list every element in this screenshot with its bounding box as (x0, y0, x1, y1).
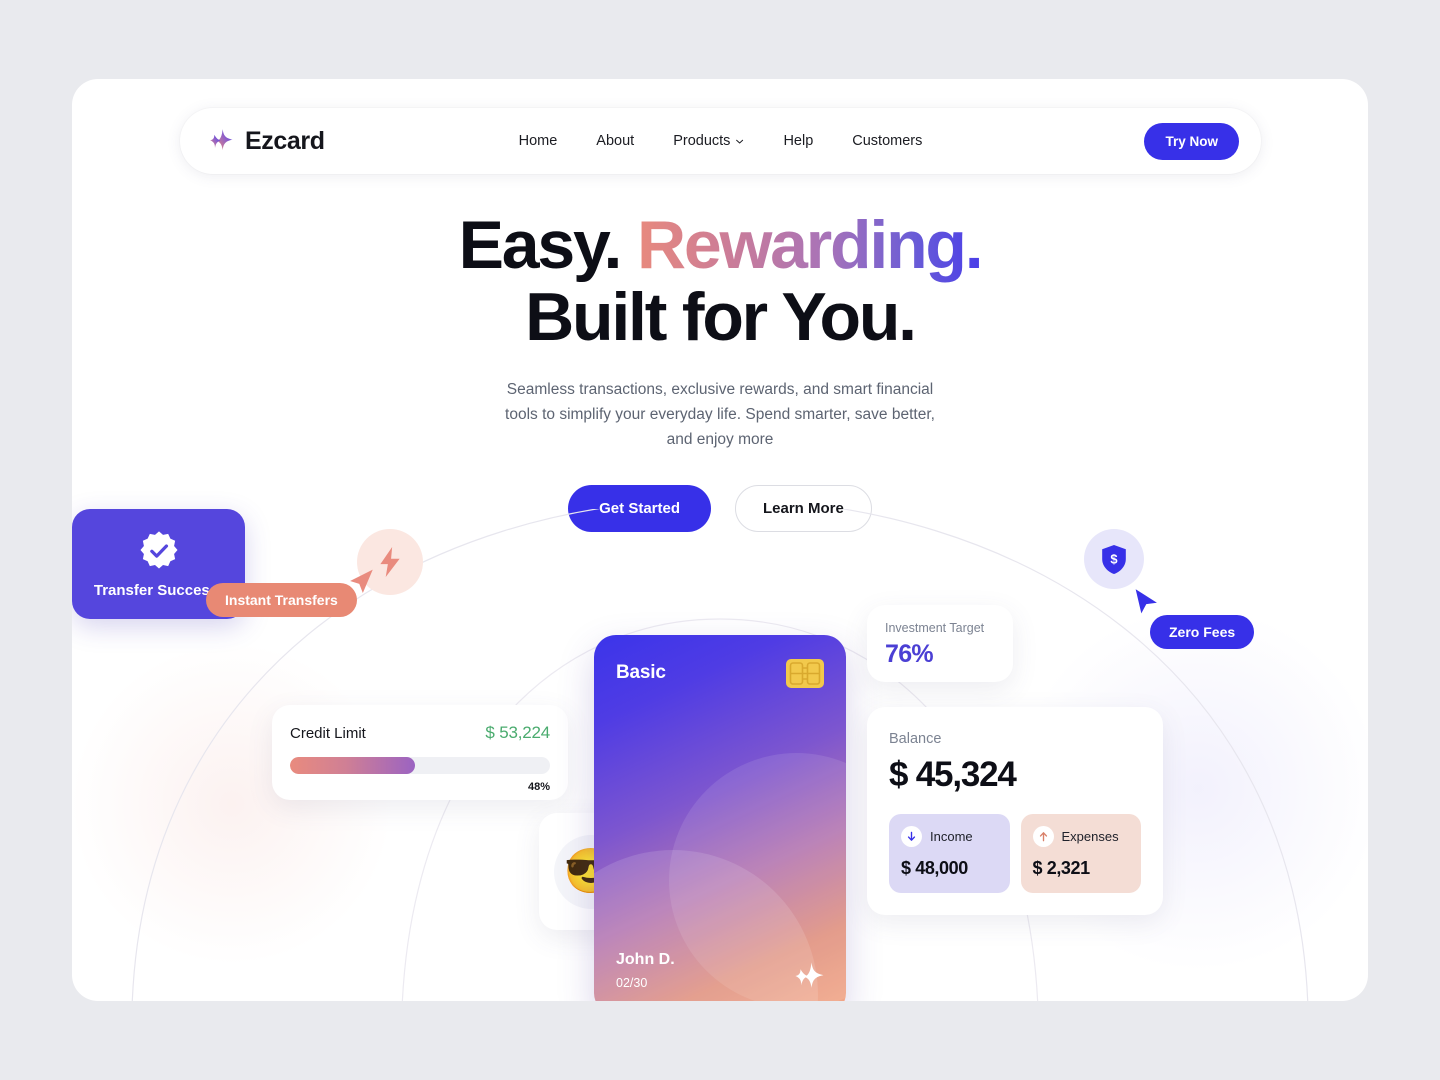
investment-target-label: Investment Target (885, 621, 985, 635)
showcase-section: Instant Transfers $ Zero Fees Credit Lim… (72, 509, 1368, 1001)
card-expiry: 02/30 (616, 976, 648, 990)
arrow-up-icon (1032, 826, 1054, 847)
credit-limit-value: $ 53,224 (485, 723, 550, 742)
credit-limit-label: Credit Limit (290, 724, 366, 742)
card-holder-name: John D. (616, 951, 675, 968)
instant-transfers-badge[interactable]: Instant Transfers (206, 583, 357, 617)
nav-link-label: Customers (852, 133, 923, 149)
brand-name: Ezcard (245, 126, 325, 155)
page-title: Easy. Rewarding. Built for You. (72, 209, 1368, 353)
emv-chip-icon (786, 659, 824, 688)
zero-fees-badge[interactable]: Zero Fees (1150, 615, 1255, 649)
credit-limit-progress-track (290, 757, 550, 774)
headline-line-2: Built for You. (525, 279, 917, 356)
hero-subcopy: Seamless transactions, exclusive rewards… (505, 381, 935, 449)
nav-link-label: Help (783, 133, 814, 149)
hero-section: Easy. Rewarding. Built for You. Seamless… (72, 209, 1368, 533)
credit-limit-card: Credit Limit $ 53,224 48% (272, 705, 568, 800)
income-stat-header: Income (901, 826, 998, 847)
card-tier-label: Basic (616, 662, 666, 683)
credit-limit-percent: 48% (527, 781, 550, 793)
nav-link-customers[interactable]: Customers (852, 133, 922, 149)
balance-stats: Income $ 48,000 Expenses $ 2,321 (889, 814, 1141, 893)
expenses-stat-header: Expenses (1032, 826, 1130, 847)
credit-limit-progress-fill (290, 757, 415, 774)
balance-label: Balance (889, 731, 942, 747)
shield-dollar-icon: $ (1084, 529, 1144, 589)
nav-link-home[interactable]: Home (519, 133, 558, 149)
brand[interactable]: Ezcard (208, 127, 325, 156)
navbar: Ezcard Home About Products Help Customer… (180, 108, 1261, 174)
income-stat-amount: $ 48,000 (901, 858, 968, 878)
investment-target-value: 76% (885, 640, 934, 668)
balance-value: $ 45,324 (889, 755, 1017, 794)
nav-link-products[interactable]: Products (673, 133, 744, 149)
sparkle-logo-icon (208, 127, 236, 155)
nav-link-label: Products (673, 133, 731, 149)
page-container: Ezcard Home About Products Help Customer… (72, 79, 1368, 1001)
sparkle-logo-icon (795, 962, 824, 988)
income-stat-label: Income (930, 829, 973, 844)
cursor-pointer-icon (1135, 589, 1157, 614)
try-now-button[interactable]: Try Now (1144, 122, 1239, 160)
nav-link-label: About (596, 133, 635, 149)
nav-link-about[interactable]: About (596, 133, 634, 149)
chevron-down-icon (735, 137, 744, 146)
nav-link-help[interactable]: Help (783, 133, 813, 149)
headline-line-1: Easy. Rewarding. (458, 207, 984, 283)
balance-card: Balance $ 45,324 Income $ 48,000 Expense… (867, 707, 1163, 915)
arrow-down-icon (901, 826, 922, 847)
credit-limit-header: Credit Limit $ 53,224 (290, 723, 550, 743)
expenses-stat-label: Expenses (1061, 829, 1119, 844)
expenses-stat: Expenses $ 2,321 (1020, 814, 1141, 893)
expenses-stat-amount: $ 2,321 (1032, 858, 1091, 878)
headline-gradient: Rewarding. (636, 207, 984, 283)
income-stat: Income $ 48,000 (889, 814, 1010, 893)
credit-card[interactable]: Basic John D. 02/30 (594, 635, 846, 1001)
svg-text:$: $ (1110, 551, 1117, 566)
nav-link-label: Home (518, 133, 558, 149)
investment-target-card: Investment Target 76% (867, 605, 1013, 682)
nav-links: Home About Products Help Customers (519, 133, 923, 149)
headline-plain: Easy. (458, 207, 623, 283)
